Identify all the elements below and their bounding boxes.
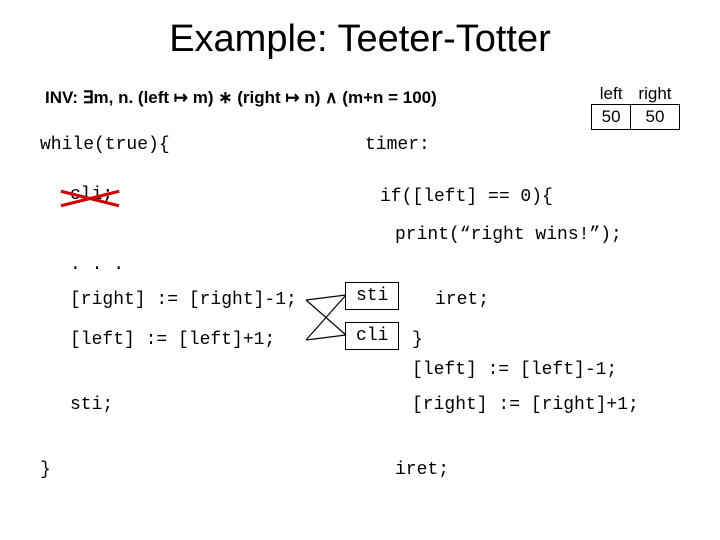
print-stmt: print(“right wins!”); xyxy=(395,225,622,245)
state-table: left right 50 50 xyxy=(591,82,680,130)
left-value: 50 xyxy=(592,105,631,130)
right-increment-2: [right] := [right]+1; xyxy=(412,395,639,415)
iret-stmt-1: iret; xyxy=(435,290,489,310)
right-value: 50 xyxy=(630,105,679,130)
right-decrement: [right] := [right]-1; xyxy=(70,290,297,310)
left-header: left xyxy=(592,82,631,105)
iret-stmt-2: iret; xyxy=(395,460,449,480)
right-header: right xyxy=(630,82,679,105)
if-condition: if([left] == 0){ xyxy=(380,187,553,207)
cli-box: cli xyxy=(345,322,399,350)
close-brace-2: } xyxy=(412,330,423,350)
cli-stmt: cli; xyxy=(70,185,113,205)
left-decrement-2: [left] := [left]-1; xyxy=(412,360,617,380)
sti-stmt: sti; xyxy=(70,395,113,415)
while-stmt: while(true){ xyxy=(40,135,170,155)
close-brace: } xyxy=(40,460,51,480)
slide-title: Example: Teeter-Totter xyxy=(0,0,720,61)
invariant-text: INV: ∃m, n. (left ↦ m) ∗ (right ↦ n) ∧ (… xyxy=(45,88,437,108)
timer-label: timer: xyxy=(365,135,430,155)
ellipsis: . . . xyxy=(70,255,124,275)
sti-box: sti xyxy=(345,282,399,310)
left-increment: [left] := [left]+1; xyxy=(70,330,275,350)
